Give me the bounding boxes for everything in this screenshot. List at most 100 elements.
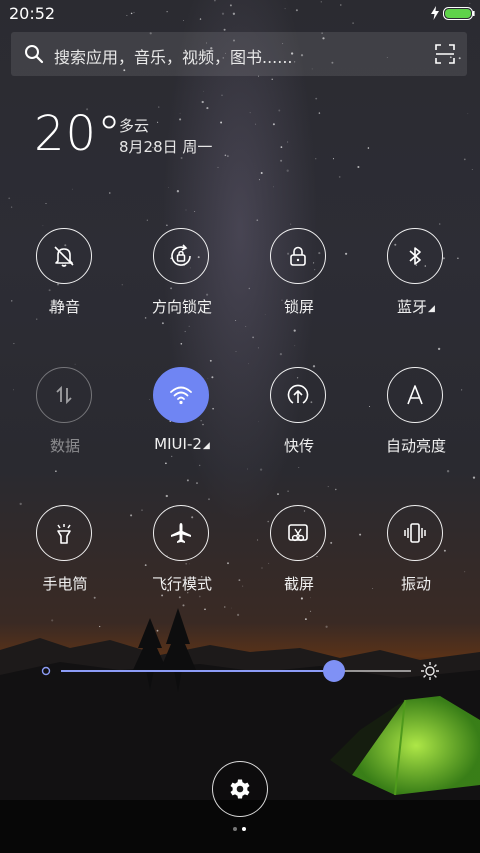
toggle-mobile-data[interactable]: 数据 [10, 367, 120, 467]
slider-fill [61, 670, 334, 672]
toggle-circle[interactable] [36, 228, 92, 284]
search-input[interactable]: 搜索应用，音乐，视频，图书...... [54, 44, 293, 68]
star [258, 179, 260, 181]
page-indicator [232, 827, 248, 833]
toggle-circle[interactable] [387, 367, 443, 423]
airplane-icon [171, 523, 191, 543]
star [298, 467, 300, 468]
star [257, 347, 259, 349]
toggle-screenshot[interactable]: 截屏 [244, 505, 354, 605]
vibrate-icon [404, 523, 426, 543]
star [294, 345, 296, 347]
star [185, 209, 187, 211]
star [463, 158, 466, 161]
toggle-label: 静音 [10, 296, 120, 317]
star [179, 112, 181, 114]
star [180, 343, 183, 345]
toggle-auto-brightness[interactable]: 自动亮度 [361, 367, 471, 467]
toggle-circle[interactable] [36, 505, 92, 561]
star [42, 225, 44, 227]
toggle-quick-transfer[interactable]: 快传 [244, 367, 354, 467]
slider-thumb[interactable] [323, 660, 345, 682]
toggle-circle[interactable] [153, 505, 209, 561]
toggle-vibrate[interactable]: 振动 [361, 505, 471, 605]
star [194, 210, 196, 212]
toggle-label: 锁屏 [244, 296, 354, 317]
star [45, 202, 47, 205]
star [314, 157, 317, 160]
star [327, 486, 329, 488]
toggle-label: 自动亮度 [361, 435, 471, 456]
toggle-rotation-lock[interactable]: 方向锁定 [127, 228, 237, 328]
star [224, 154, 227, 157]
scan-icon[interactable] [435, 44, 455, 64]
star [260, 172, 263, 174]
star [335, 488, 337, 491]
star [238, 579, 241, 582]
auto-brightness-icon [407, 385, 423, 405]
star [438, 223, 441, 225]
star [332, 158, 335, 160]
star [186, 479, 189, 482]
toggle-label-text: 快传 [283, 437, 314, 455]
search-icon [25, 45, 44, 64]
toggle-circle[interactable] [153, 228, 209, 284]
toggle-label: 飞行模式 [127, 573, 237, 594]
star [278, 109, 281, 112]
toggle-label: 手电筒 [10, 573, 120, 594]
star [10, 206, 13, 208]
star [286, 169, 289, 172]
settings-button[interactable] [212, 761, 268, 817]
status-bar: 20:52 [0, 0, 480, 28]
toggle-bluetooth[interactable]: 蓝牙◢ [361, 228, 471, 328]
toggle-label-text: 自动亮度 [385, 437, 446, 455]
transfer-icon [287, 384, 309, 404]
star [196, 482, 198, 485]
star [217, 166, 219, 168]
toggle-label-text: 数据 [49, 437, 80, 455]
star [293, 329, 296, 332]
toggle-circle[interactable] [270, 367, 326, 423]
toggle-label-text: 截屏 [283, 575, 314, 593]
clock: 20:52 [9, 4, 56, 23]
screenshot-icon [288, 524, 308, 542]
star [208, 498, 210, 501]
star [272, 123, 275, 126]
toggle-label: 数据 [10, 435, 120, 456]
toggle-flashlight[interactable]: 手电筒 [10, 505, 120, 605]
star [338, 176, 341, 178]
star [221, 94, 223, 96]
toggle-circle[interactable] [387, 505, 443, 561]
page-dot-2 [242, 827, 246, 831]
rotation-lock-icon [171, 244, 191, 266]
star [290, 223, 292, 225]
charging-icon [431, 6, 439, 20]
brightness-high-icon [421, 662, 439, 680]
star [318, 112, 321, 114]
search-bar[interactable]: 搜索应用，音乐，视频，图书...... [11, 32, 467, 76]
toggle-label-text: 锁屏 [283, 298, 314, 316]
toggle-label-text: 蓝牙 [397, 298, 428, 316]
star [166, 224, 168, 226]
toggle-wifi[interactable]: MIUI-2◢ [127, 367, 237, 467]
toggle-circle[interactable] [387, 228, 443, 284]
star [247, 468, 248, 470]
toggle-label: 方向锁定 [127, 296, 237, 317]
brightness-slider[interactable] [36, 656, 444, 686]
toggle-mute[interactable]: 静音 [10, 228, 120, 328]
star [55, 470, 57, 473]
toggle-lock-screen[interactable]: 锁屏 [244, 228, 354, 328]
toggle-circle[interactable] [270, 505, 326, 561]
star [248, 363, 250, 365]
toggle-circle[interactable] [270, 228, 326, 284]
toggle-label-text: 飞行模式 [151, 575, 212, 593]
star [467, 113, 469, 115]
toggle-circle[interactable] [153, 367, 209, 423]
star [252, 336, 254, 339]
star [146, 219, 148, 221]
toggle-airplane-mode[interactable]: 飞行模式 [127, 505, 237, 605]
brightness-low-icon [41, 666, 51, 676]
star [158, 106, 160, 108]
toggle-circle[interactable] [36, 367, 92, 423]
temperature: 20° [34, 106, 123, 162]
